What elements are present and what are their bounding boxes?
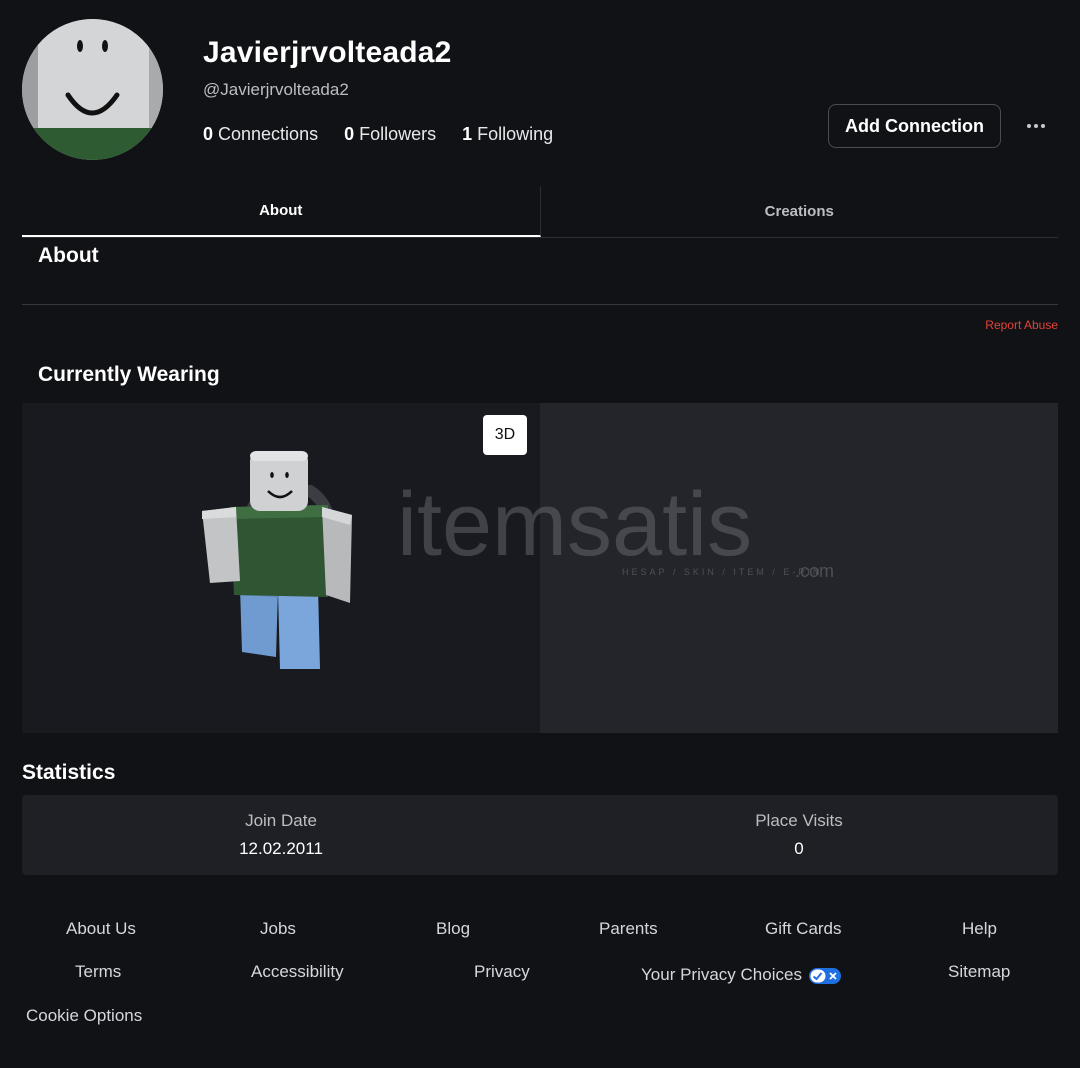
watermark-subtext: HESAP / SKIN / ITEM / E-PIN [622, 567, 822, 577]
footer-link-jobs[interactable]: Jobs [260, 919, 296, 939]
footer-link-privacy-choices[interactable]: Your Privacy Choices [641, 965, 841, 985]
footer-link-about-us[interactable]: About Us [66, 919, 136, 939]
toggle-3d-button[interactable]: 3D [483, 415, 527, 455]
footer-link-privacy[interactable]: Privacy [474, 962, 530, 982]
footer-link-cookie-options[interactable]: Cookie Options [26, 1006, 142, 1026]
privacy-choices-label: Your Privacy Choices [641, 965, 802, 984]
profile-avatar [22, 19, 163, 160]
place-visits-label: Place Visits [755, 811, 843, 830]
social-counts: 0 Connections 0 Followers 1 Following [203, 124, 553, 145]
join-date-value: 12.02.2011 [239, 839, 323, 858]
avatar-figure [202, 451, 352, 669]
currently-wearing-heading: Currently Wearing [38, 363, 220, 386]
about-heading: About [38, 244, 99, 267]
following-count[interactable]: 1 Following [462, 124, 553, 145]
footer-link-help[interactable]: Help [962, 919, 997, 939]
footer-link-parents[interactable]: Parents [599, 919, 658, 939]
profile-tabs: About Creations [22, 186, 1058, 238]
watermark-domain: .com [795, 561, 834, 581]
footer-link-accessibility[interactable]: Accessibility [251, 962, 344, 982]
display-name: Javierjrvolteada2 [203, 36, 452, 69]
username-handle: @Javierjrvolteada2 [203, 80, 349, 99]
place-visits-stat: Place Visits 0 [540, 795, 1058, 875]
avatar-viewer: itemsatis HESAP / SKIN / ITEM / E-PIN .c… [22, 403, 1058, 733]
statistics-heading: Statistics [22, 761, 116, 784]
join-date-label: Join Date [245, 811, 317, 830]
add-connection-button[interactable]: Add Connection [828, 104, 1001, 148]
more-options-icon[interactable] [1020, 112, 1052, 140]
place-visits-value: 0 [794, 839, 804, 858]
report-abuse-link[interactable]: Report Abuse [985, 318, 1058, 332]
about-divider [22, 304, 1058, 305]
watermark-text: itemsatis [397, 485, 752, 575]
smiley-face-icon [65, 40, 120, 116]
footer-link-sitemap[interactable]: Sitemap [948, 962, 1010, 982]
footer-link-terms[interactable]: Terms [75, 962, 121, 982]
footer-link-blog[interactable]: Blog [436, 919, 470, 939]
privacy-choices-toggle-icon [808, 967, 841, 984]
join-date-stat: Join Date 12.02.2011 [22, 795, 540, 875]
connections-count[interactable]: 0 Connections [203, 124, 318, 145]
footer-link-gift-cards[interactable]: Gift Cards [765, 919, 842, 939]
tab-creations[interactable]: Creations [541, 186, 1059, 237]
followers-count[interactable]: 0 Followers [344, 124, 436, 145]
tab-about[interactable]: About [22, 186, 541, 237]
statistics-panel: Join Date 12.02.2011 Place Visits 0 [22, 795, 1058, 875]
